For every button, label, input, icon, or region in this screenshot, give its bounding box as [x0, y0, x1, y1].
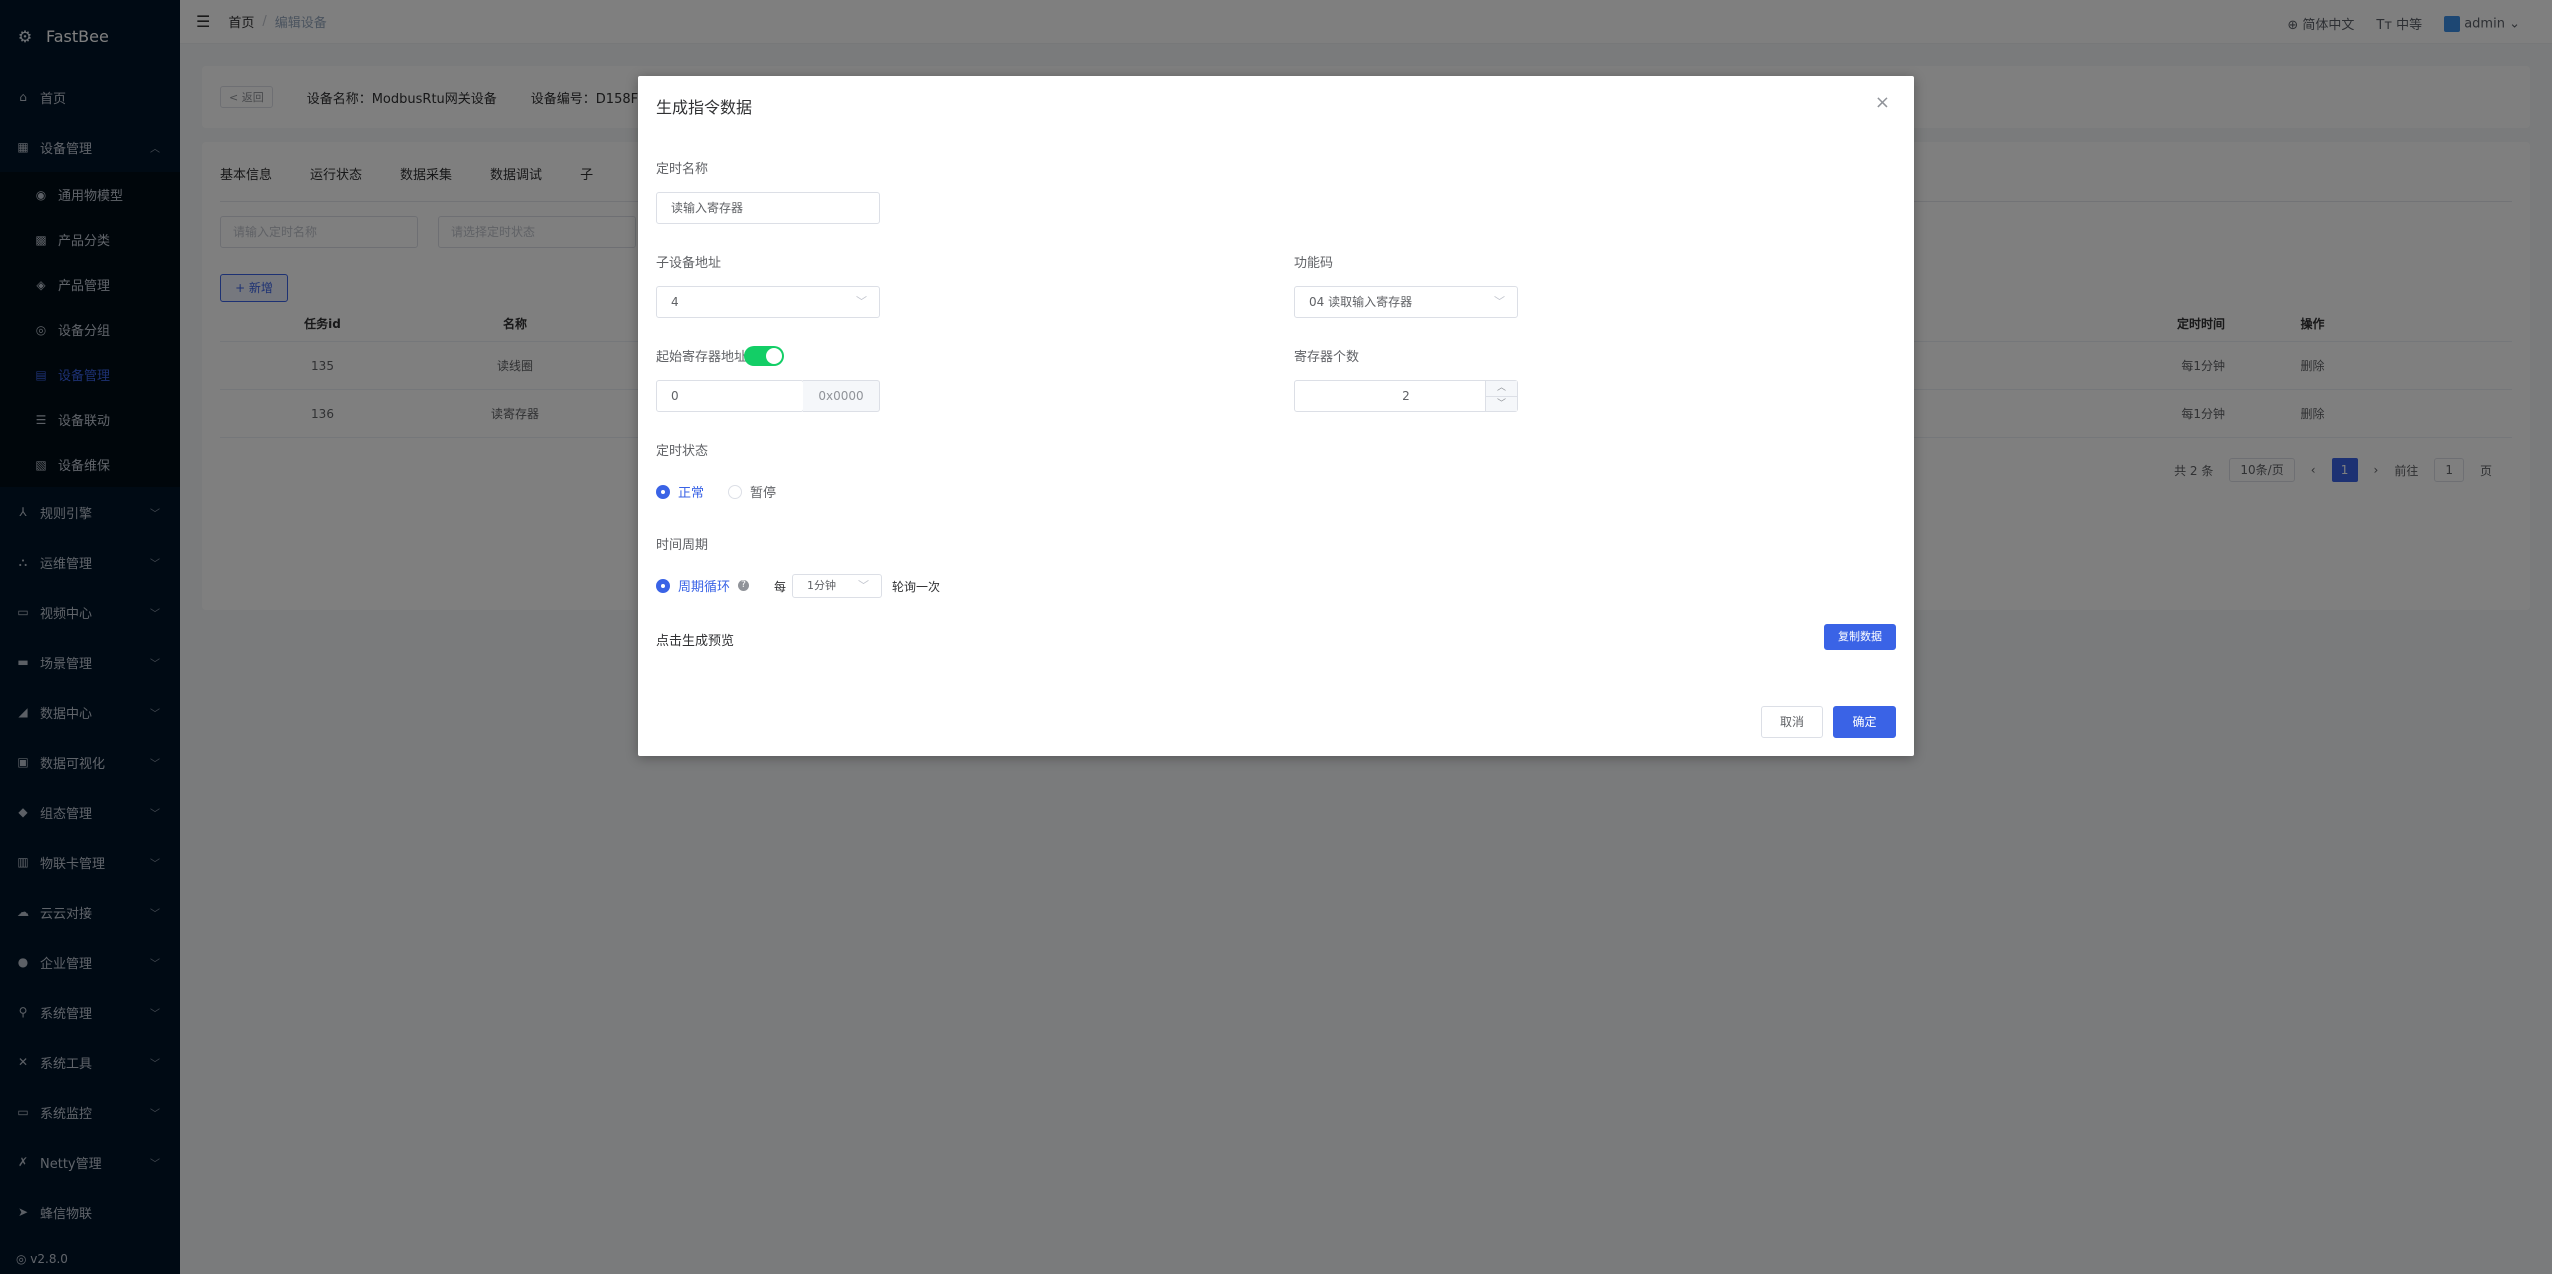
timer-name-label: 定时名称 [656, 162, 709, 177]
copy-data-button[interactable]: 复制数据 [1824, 624, 1896, 650]
preview-label[interactable]: 点击生成预览 [656, 630, 734, 649]
func-code-value: 04 读取输入寄存器 [1309, 295, 1413, 309]
status-pause-radio[interactable]: 暂停 [728, 482, 776, 501]
every-label: 每 [774, 580, 787, 594]
timer-name-input[interactable]: 读输入寄存器 [656, 192, 880, 224]
func-code-select[interactable]: 04 读取输入寄存器 ﹀ [1294, 286, 1518, 318]
radio-checked-icon [656, 484, 670, 499]
cancel-button[interactable]: 取消 [1761, 706, 1823, 738]
help-icon[interactable]: ? [738, 580, 750, 591]
interval-select[interactable]: 1分钟 ﹀ [792, 574, 882, 598]
radio-unchecked-icon [728, 484, 742, 499]
poll-once-label: 轮询一次 [892, 580, 941, 594]
start-reg-label: 起始寄存器地址 [656, 350, 748, 365]
period-label: 时间周期 [656, 538, 709, 553]
close-icon[interactable]: × [1875, 92, 1890, 113]
sub-addr-value: 4 [671, 295, 679, 309]
generate-command-dialog: 生成指令数据 × 定时名称 读输入寄存器 子设备地址 4 ﹀ 功能码 04 读取输… [638, 76, 1914, 756]
radio-checked-icon [656, 578, 670, 593]
start-reg-hex-display: 0x0000 [803, 380, 880, 412]
status-normal-radio[interactable]: 正常 [656, 482, 704, 501]
start-reg-input[interactable]: 0 [656, 380, 804, 412]
start-reg-hex-switch[interactable] [744, 346, 784, 366]
chevron-down-icon: ﹀ [1494, 295, 1505, 308]
dialog-title: 生成指令数据 [656, 98, 753, 117]
period-cycle-label: 周期循环 [678, 580, 731, 595]
timer-status-label: 定时状态 [656, 444, 709, 459]
status-pause-label: 暂停 [750, 486, 777, 501]
decrement-icon[interactable]: ﹀ [1485, 396, 1517, 411]
chevron-down-icon: ﹀ [858, 579, 869, 592]
reg-count-input[interactable]: 2 ︿ ﹀ [1294, 380, 1518, 412]
chevron-down-icon: ﹀ [856, 295, 867, 308]
confirm-button[interactable]: 确定 [1833, 706, 1896, 738]
period-cycle-radio[interactable]: 周期循环? [656, 576, 750, 595]
func-code-label: 功能码 [1294, 256, 1334, 271]
increment-icon[interactable]: ︿ [1485, 381, 1517, 396]
interval-value: 1分钟 [807, 579, 836, 592]
status-normal-label: 正常 [678, 486, 705, 501]
sub-addr-select[interactable]: 4 ﹀ [656, 286, 880, 318]
reg-count-label: 寄存器个数 [1294, 350, 1360, 365]
sub-addr-label: 子设备地址 [656, 256, 722, 271]
reg-count-value: 2 [1402, 389, 1410, 403]
